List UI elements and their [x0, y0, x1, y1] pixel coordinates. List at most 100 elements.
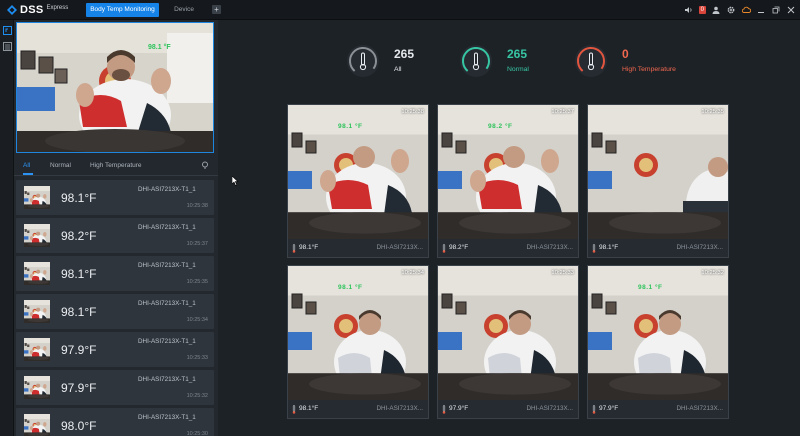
- capture-device-name: DHI-ASI7213X...: [676, 405, 723, 412]
- capture-info-bar: 98.2°F DHI-ASI7213X...: [438, 239, 578, 257]
- record-temperature: 98.1°F: [61, 305, 97, 319]
- snapshot-image: [24, 300, 50, 323]
- filter-tab-all[interactable]: All: [23, 162, 30, 169]
- capture-temp-overlay: 98.2 °F: [488, 123, 513, 130]
- record-device-name: DHI-ASI7213X-T1_1: [138, 186, 196, 193]
- main-area: 265 All 265 Normal 0 High Temperature 10…: [218, 20, 800, 436]
- capture-device-name: DHI-ASI7213X...: [526, 405, 573, 412]
- add-tab-button[interactable]: +: [212, 5, 221, 14]
- filter-tab-normal[interactable]: Normal: [50, 162, 71, 169]
- thermometer-icon: [442, 244, 446, 253]
- record-temperature: 97.9°F: [61, 381, 97, 395]
- stat-label: All: [394, 66, 402, 73]
- record-time: 10:25:34: [186, 317, 208, 323]
- record-item[interactable]: 98.1°F DHI-ASI7213X-T1_1 10:25:34: [16, 294, 214, 329]
- settings-icon[interactable]: [726, 5, 736, 15]
- record-temperature: 98.1°F: [61, 191, 97, 205]
- capture-time: 10:25:35: [701, 109, 724, 115]
- location-settings-icon[interactable]: [201, 161, 209, 169]
- mouse-cursor: [232, 176, 239, 186]
- preview-temp-overlay: 98.1 °F: [148, 43, 171, 51]
- monitor-icon[interactable]: [2, 26, 12, 36]
- capture-device-name: DHI-ASI7213X...: [676, 244, 723, 251]
- live-preview[interactable]: 98.1 °F: [16, 22, 214, 153]
- capture-temperature: 98.2°F: [449, 244, 469, 251]
- record-thumbnail: [24, 224, 50, 247]
- toolbar-right: 0: [684, 3, 796, 17]
- snapshot-image: [24, 186, 50, 209]
- capture-time: 10:25:32: [701, 270, 724, 276]
- stat-count: 265: [507, 47, 528, 61]
- capture-time: 10:25:33: [551, 270, 574, 276]
- record-item[interactable]: 97.9°F DHI-ASI7213X-T1_1 10:25:32: [16, 370, 214, 405]
- record-thumbnail: [24, 262, 50, 285]
- capture-image: [588, 105, 728, 239]
- capture-tile[interactable]: 10:25:35 98.1°F DHI-ASI7213X...: [587, 104, 729, 258]
- user-icon[interactable]: [711, 5, 721, 15]
- capture-tile[interactable]: 10:25:32 98.1 °F 97.9°F DHI-ASI7213X...: [587, 265, 729, 419]
- capture-info-bar: 98.1°F DHI-ASI7213X...: [288, 239, 428, 257]
- close-icon[interactable]: [786, 5, 796, 15]
- thermometer-icon: [460, 45, 492, 77]
- capture-info-bar: 97.9°F DHI-ASI7213X...: [588, 400, 728, 418]
- thermometer-icon: [592, 244, 596, 253]
- speaker-icon[interactable]: [684, 5, 694, 15]
- alarm-count-badge[interactable]: 0: [698, 6, 706, 14]
- tab-body-temp-monitoring[interactable]: Body Temp Monitoring: [86, 3, 159, 17]
- record-device-name: DHI-ASI7213X-T1_1: [138, 262, 196, 269]
- record-time: 10:25:32: [186, 393, 208, 399]
- capture-info-bar: 98.1°F DHI-ASI7213X...: [288, 400, 428, 418]
- capture-image: [438, 266, 578, 400]
- capture-time: 10:25:34: [401, 270, 424, 276]
- app-edition: Express: [46, 5, 69, 11]
- record-device-name: DHI-ASI7213X-T1_1: [138, 338, 196, 345]
- capture-temp-overlay: 98.1 °F: [338, 284, 363, 291]
- left-rail: [0, 20, 14, 436]
- record-item[interactable]: 98.2°F DHI-ASI7213X-T1_1 10:25:37: [16, 218, 214, 253]
- dss-logo-icon: [7, 5, 17, 15]
- cloud-icon[interactable]: [741, 5, 751, 15]
- capture-time: 10:25:37: [551, 109, 574, 115]
- capture-tile[interactable]: 10:25:37 98.2 °F 98.2°F DHI-ASI7213X...: [437, 104, 579, 258]
- record-list: 98.1°F DHI-ASI7213X-T1_1 10:25:38 98.2°F…: [16, 180, 214, 436]
- capture-device-name: DHI-ASI7213X...: [376, 244, 423, 251]
- record-device-name: DHI-ASI7213X-T1_1: [138, 224, 196, 231]
- record-item[interactable]: 98.0°F DHI-ASI7213X-T1_1 10:25:30: [16, 408, 214, 436]
- capture-tile[interactable]: 10:25:34 98.1 °F 98.1°F DHI-ASI7213X...: [287, 265, 429, 419]
- thermometer-icon: [442, 405, 446, 414]
- filter-tabs: All Normal High Temperature: [14, 158, 218, 176]
- capture-device-name: DHI-ASI7213X...: [376, 405, 423, 412]
- app-window: DSS Express Body Temp Monitoring Device …: [0, 0, 800, 436]
- record-thumbnail: [24, 186, 50, 209]
- snapshot-image: [24, 338, 50, 361]
- list-icon[interactable]: [2, 42, 12, 52]
- snapshot-image: [438, 266, 578, 400]
- tab-device[interactable]: Device: [164, 3, 204, 17]
- record-time: 10:25:30: [186, 431, 208, 436]
- record-thumbnail: [24, 338, 50, 361]
- snapshot-image: [24, 262, 50, 285]
- record-time: 10:25:35: [186, 279, 208, 285]
- filter-tab-high-temperature[interactable]: High Temperature: [90, 162, 142, 169]
- logo: DSS Express: [6, 2, 68, 18]
- left-panel: 98.1 °F All Normal High Temperature 98.1…: [14, 20, 218, 436]
- capture-tile[interactable]: 10:25:38 98.1 °F 98.1°F DHI-ASI7213X...: [287, 104, 429, 258]
- capture-info-bar: 97.9°F DHI-ASI7213X...: [438, 400, 578, 418]
- record-temperature: 98.0°F: [61, 419, 97, 433]
- capture-temperature: 97.9°F: [449, 405, 469, 412]
- record-temperature: 98.2°F: [61, 229, 97, 243]
- thermometer-icon: [292, 405, 296, 414]
- record-device-name: DHI-ASI7213X-T1_1: [138, 414, 196, 421]
- record-item[interactable]: 98.1°F DHI-ASI7213X-T1_1 10:25:38: [16, 180, 214, 215]
- record-item[interactable]: 98.1°F DHI-ASI7213X-T1_1 10:25:35: [16, 256, 214, 291]
- top-bar: DSS Express Body Temp Monitoring Device …: [0, 0, 800, 20]
- snapshot-image: [24, 414, 50, 436]
- thermometer-icon: [292, 244, 296, 253]
- stat-label: Normal: [507, 66, 529, 73]
- minimize-icon[interactable]: [756, 5, 766, 15]
- restore-icon[interactable]: [771, 5, 781, 15]
- record-item[interactable]: 97.9°F DHI-ASI7213X-T1_1 10:25:33: [16, 332, 214, 367]
- capture-tile[interactable]: 10:25:33 97.9°F DHI-ASI7213X...: [437, 265, 579, 419]
- capture-time: 10:25:38: [401, 109, 424, 115]
- stat-count: 265: [394, 47, 415, 61]
